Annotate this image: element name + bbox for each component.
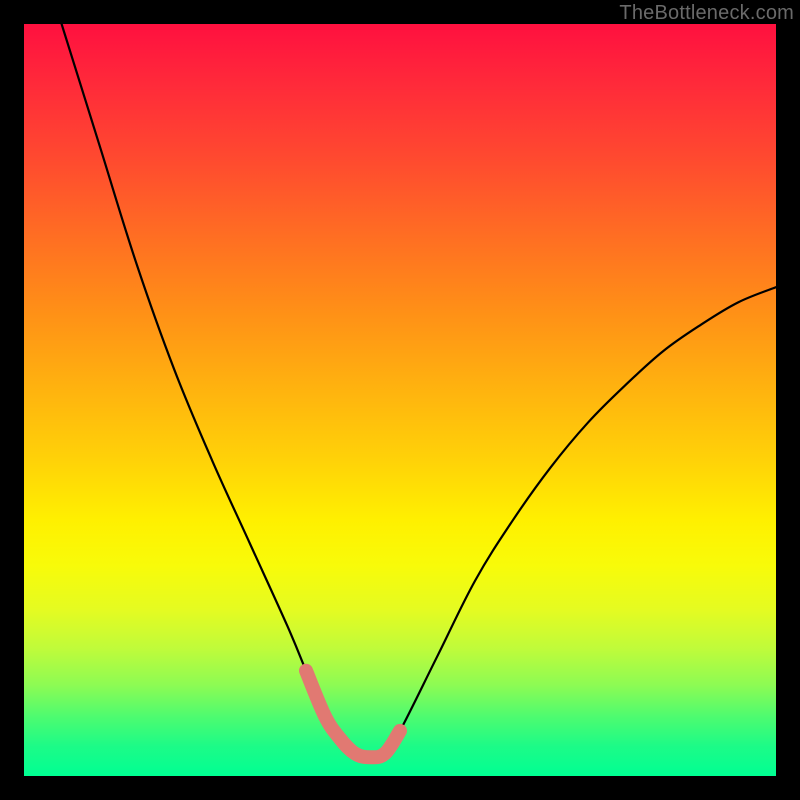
chart-svg	[24, 24, 776, 776]
watermark-label: TheBottleneck.com	[619, 2, 794, 25]
trough-highlight	[306, 671, 400, 758]
main-curve	[62, 24, 776, 757]
chart-frame: TheBottleneck.com	[0, 0, 800, 800]
plot-area	[24, 24, 776, 776]
